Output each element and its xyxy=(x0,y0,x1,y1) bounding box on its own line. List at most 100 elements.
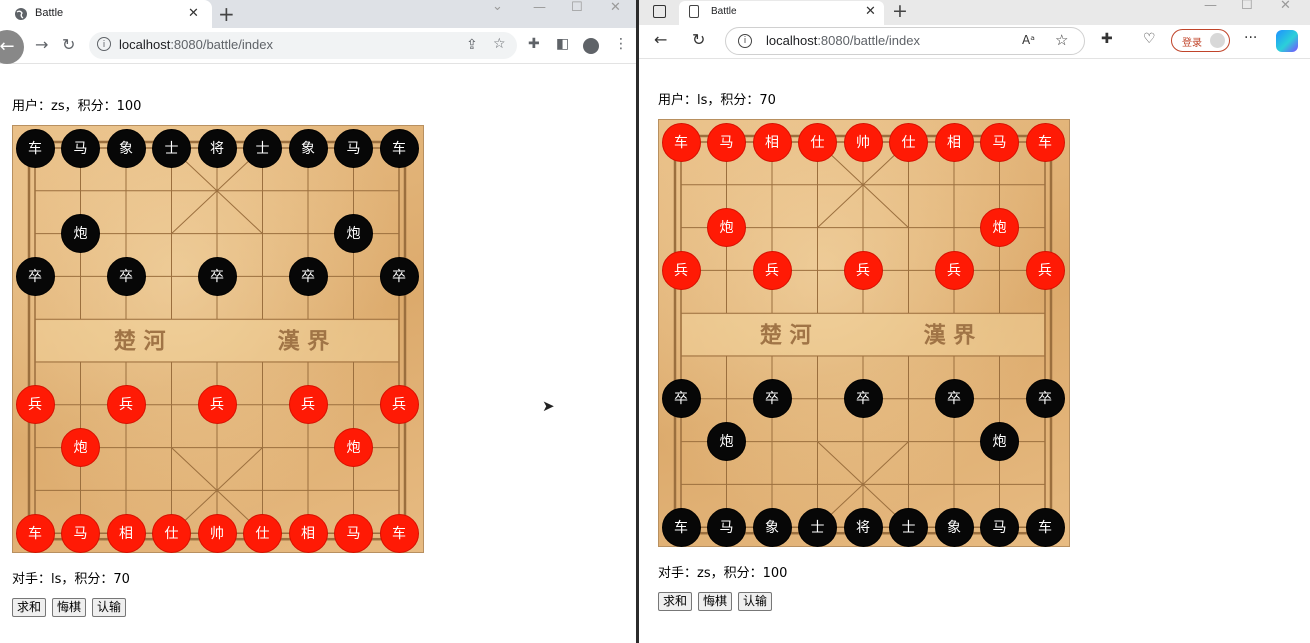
window-close-icon[interactable]: ✕ xyxy=(1280,0,1291,13)
maximize-icon[interactable]: ☐ xyxy=(1241,0,1253,13)
red-piece-back[interactable]: 车 xyxy=(15,513,55,553)
red-piece-cannon[interactable]: 炮 xyxy=(707,208,746,248)
black-piece-soldier[interactable]: 卒 xyxy=(379,256,419,296)
close-icon[interactable]: ✕ xyxy=(865,4,876,19)
chess-board[interactable]: 楚 河漢 界车马象士将士象马车炮炮卒卒卒卒卒兵兵兵兵兵炮炮车马相仕帅仕相马车 xyxy=(12,125,424,553)
red-piece-cannon[interactable]: 炮 xyxy=(61,428,100,468)
peace-button[interactable]: 求和 xyxy=(658,592,693,611)
more-icon[interactable]: ··· xyxy=(1244,30,1257,46)
red-piece-back[interactable]: 帅 xyxy=(843,122,883,162)
red-piece-soldier[interactable]: 兵 xyxy=(661,250,701,290)
plus-icon[interactable]: + xyxy=(892,0,908,22)
red-piece-back[interactable]: 相 xyxy=(934,122,974,162)
red-piece-soldier[interactable]: 兵 xyxy=(15,385,55,425)
back-icon[interactable]: ← xyxy=(654,30,667,49)
black-piece-soldier[interactable]: 卒 xyxy=(752,379,792,419)
red-piece-back[interactable]: 车 xyxy=(1025,122,1065,162)
login-button[interactable]: 登录 xyxy=(1171,29,1230,52)
address-bar[interactable]: i localhost:8080/battle/index ⇪ ☆ xyxy=(89,32,517,59)
red-piece-soldier[interactable]: 兵 xyxy=(197,385,237,425)
black-piece-back[interactable]: 象 xyxy=(288,128,328,168)
red-piece-back[interactable]: 仕 xyxy=(798,122,837,162)
red-piece-soldier[interactable]: 兵 xyxy=(752,250,792,290)
forward-icon[interactable]: → xyxy=(35,35,48,54)
black-piece-soldier[interactable]: 卒 xyxy=(288,256,328,296)
black-piece-soldier[interactable]: 卒 xyxy=(1025,379,1065,419)
black-piece-soldier[interactable]: 卒 xyxy=(15,256,55,296)
red-piece-back[interactable]: 马 xyxy=(980,122,1019,162)
puzzle-icon[interactable]: ✚ xyxy=(528,36,540,52)
black-piece-back[interactable]: 象 xyxy=(106,128,146,168)
red-piece-cannon[interactable]: 炮 xyxy=(334,428,373,468)
red-piece-soldier[interactable]: 兵 xyxy=(1025,250,1065,290)
red-piece-back[interactable]: 相 xyxy=(106,513,146,553)
chess-board[interactable]: 楚 河漢 界车马相仕帅仕相马车炮炮兵兵兵兵兵卒卒卒卒卒炮炮车马象士将士象马车 xyxy=(658,119,1070,547)
reload-icon[interactable]: ↻ xyxy=(62,35,75,54)
reload-icon[interactable]: ↻ xyxy=(692,30,705,49)
share-icon[interactable]: ⇪ xyxy=(466,37,478,53)
black-piece-back[interactable]: 象 xyxy=(934,507,974,547)
red-piece-back[interactable]: 帅 xyxy=(197,513,237,553)
black-piece-back[interactable]: 士 xyxy=(152,128,191,168)
black-piece-soldier[interactable]: 卒 xyxy=(843,379,883,419)
black-piece-cannon[interactable]: 炮 xyxy=(707,422,746,462)
minimize-icon[interactable]: — xyxy=(533,0,546,15)
undo-button[interactable]: 悔棋 xyxy=(52,598,87,617)
black-piece-back[interactable]: 将 xyxy=(197,128,237,168)
black-piece-back[interactable]: 车 xyxy=(661,507,701,547)
plus-icon[interactable]: + xyxy=(218,2,235,26)
red-piece-back[interactable]: 相 xyxy=(288,513,328,553)
resign-button[interactable]: 认输 xyxy=(92,598,127,617)
black-piece-soldier[interactable]: 卒 xyxy=(197,256,237,296)
black-piece-back[interactable]: 车 xyxy=(15,128,55,168)
black-piece-back[interactable]: 马 xyxy=(61,128,100,168)
star-icon[interactable]: ☆ xyxy=(1055,31,1068,49)
red-piece-back[interactable]: 仕 xyxy=(889,122,928,162)
black-piece-back[interactable]: 将 xyxy=(843,507,883,547)
extensions-icon[interactable]: ✚ xyxy=(1101,31,1113,47)
black-piece-back[interactable]: 马 xyxy=(980,507,1019,547)
tabs-icon[interactable] xyxy=(653,5,666,18)
red-piece-soldier[interactable]: 兵 xyxy=(934,250,974,290)
health-icon[interactable]: ♡ xyxy=(1143,31,1156,47)
star-icon[interactable]: ☆ xyxy=(493,36,506,52)
resign-button[interactable]: 认输 xyxy=(738,592,773,611)
red-piece-back[interactable]: 仕 xyxy=(243,513,282,553)
red-piece-soldier[interactable]: 兵 xyxy=(288,385,328,425)
red-piece-back[interactable]: 车 xyxy=(379,513,419,553)
black-piece-back[interactable]: 马 xyxy=(707,507,746,547)
sidepanel-icon[interactable]: ◧ xyxy=(556,36,569,52)
black-piece-back[interactable]: 士 xyxy=(798,507,837,547)
black-piece-soldier[interactable]: 卒 xyxy=(661,379,701,419)
red-piece-back[interactable]: 仕 xyxy=(152,513,191,553)
red-piece-back[interactable]: 车 xyxy=(661,122,701,162)
undo-button[interactable]: 悔棋 xyxy=(698,592,733,611)
black-piece-back[interactable]: 马 xyxy=(334,128,373,168)
red-piece-soldier[interactable]: 兵 xyxy=(379,385,419,425)
black-piece-back[interactable]: 象 xyxy=(752,507,792,547)
minimize-icon[interactable]: — xyxy=(1204,0,1217,13)
info-icon[interactable]: i xyxy=(738,34,752,48)
profile-icon[interactable] xyxy=(583,38,599,54)
info-icon[interactable]: i xyxy=(97,37,111,51)
edge-tab-battle[interactable]: Battle ✕ xyxy=(679,1,884,25)
black-piece-soldier[interactable]: 卒 xyxy=(934,379,974,419)
copilot-icon[interactable] xyxy=(1276,30,1298,52)
red-piece-soldier[interactable]: 兵 xyxy=(843,250,883,290)
black-piece-back[interactable]: 士 xyxy=(243,128,282,168)
black-piece-cannon[interactable]: 炮 xyxy=(334,214,373,254)
menu-icon[interactable]: ⋮ xyxy=(614,36,628,52)
red-piece-back[interactable]: 马 xyxy=(61,513,100,553)
black-piece-back[interactable]: 士 xyxy=(889,507,928,547)
red-piece-cannon[interactable]: 炮 xyxy=(980,208,1019,248)
address-bar[interactable]: i localhost:8080/battle/index Aᵃ ☆ xyxy=(725,27,1085,55)
black-piece-back[interactable]: 车 xyxy=(379,128,419,168)
black-piece-soldier[interactable]: 卒 xyxy=(106,256,146,296)
back-icon[interactable]: ← xyxy=(0,30,24,64)
chrome-tab-battle[interactable]: Battle ✕ xyxy=(0,0,212,28)
red-piece-back[interactable]: 马 xyxy=(707,122,746,162)
read-aloud-icon[interactable]: Aᵃ xyxy=(1022,33,1035,47)
black-piece-cannon[interactable]: 炮 xyxy=(980,422,1019,462)
window-close-icon[interactable]: ✕ xyxy=(610,0,621,15)
peace-button[interactable]: 求和 xyxy=(12,598,47,617)
